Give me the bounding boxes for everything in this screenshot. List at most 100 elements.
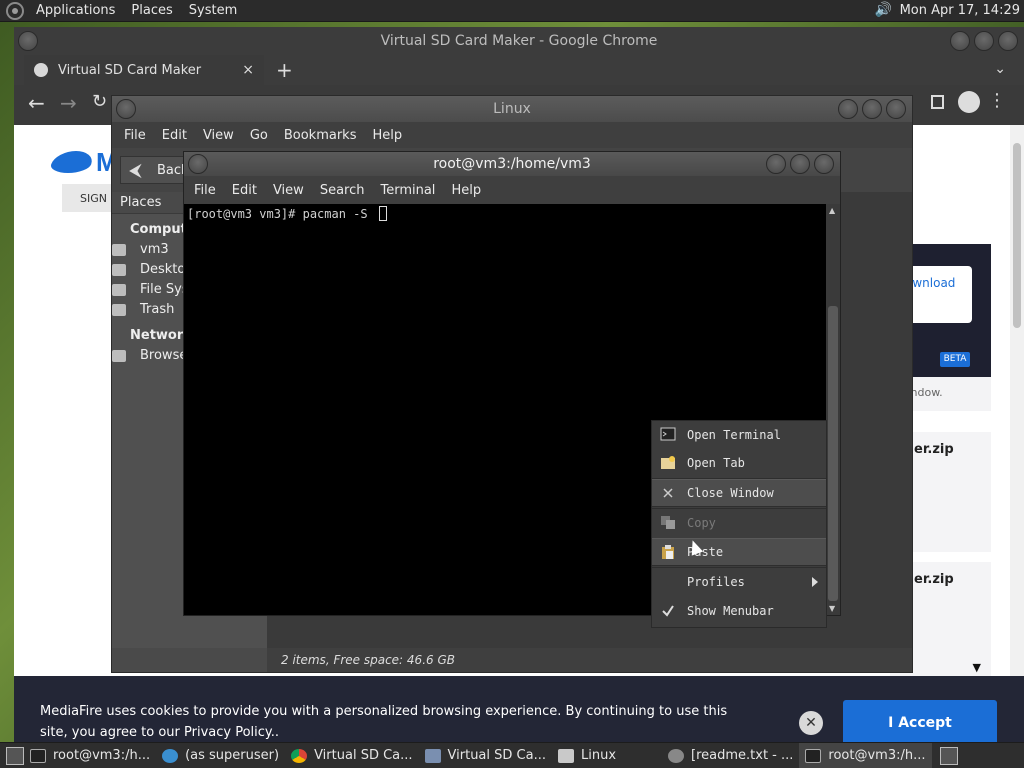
task-chrome[interactable]: Virtual SD Ca... — [285, 743, 418, 768]
window-menu-button[interactable] — [18, 31, 38, 51]
term-menu-help[interactable]: Help — [443, 183, 489, 198]
close-button[interactable] — [814, 154, 834, 174]
maximize-button[interactable] — [790, 154, 810, 174]
close-button[interactable] — [998, 31, 1018, 51]
volume-icon[interactable]: 🔊 — [874, 2, 894, 20]
task-linux-folder[interactable]: Linux — [552, 743, 622, 768]
status-bar: 2 items, Free space: 46.6 GB — [267, 648, 912, 672]
accept-cookies-button[interactable]: I Accept — [843, 700, 997, 746]
term-menu-terminal[interactable]: Terminal — [372, 183, 443, 198]
menu-system[interactable]: System — [181, 0, 245, 22]
term-menu-search[interactable]: Search — [312, 183, 373, 198]
scroll-up-icon[interactable]: ▲ — [829, 206, 835, 215]
term-menu-edit[interactable]: Edit — [224, 183, 265, 198]
fm-menu-view[interactable]: View — [195, 128, 242, 143]
terminal-scrollbar[interactable]: ▲ ▼ — [826, 204, 840, 615]
menu-item-label: Show Menubar — [687, 604, 774, 618]
fm-menu-file[interactable]: File — [116, 128, 154, 143]
terminal-titlebar[interactable]: root@vm3:/home/vm3 — [184, 152, 840, 176]
submenu-arrow-icon — [812, 577, 818, 587]
page-scrollbar[interactable] — [1010, 125, 1024, 742]
text-editor-icon — [668, 748, 685, 763]
task-label: root@vm3:/h... — [53, 748, 151, 763]
taskbar: root@vm3:/h... (as superuser) Virtual SD… — [0, 742, 1024, 768]
new-tab-button[interactable]: + — [276, 58, 293, 82]
tab-close-icon[interactable]: × — [242, 62, 254, 78]
maximize-button[interactable] — [862, 99, 882, 119]
window-menu-button[interactable] — [116, 99, 136, 119]
term-menu-view[interactable]: View — [265, 183, 312, 198]
menu-item-label: Copy — [687, 516, 716, 530]
file-manager-title: Linux — [493, 101, 531, 117]
menu-item-open-tab[interactable]: Open Tab — [652, 449, 826, 477]
check-icon — [662, 605, 674, 617]
task-label: (as superuser) — [185, 748, 280, 763]
forward-arrow-icon[interactable]: → — [60, 91, 77, 115]
clock[interactable]: Mon Apr 17, 14:29 — [900, 3, 1024, 18]
menu-item-profiles[interactable]: Profiles — [652, 568, 826, 596]
terminal-icon — [805, 748, 822, 763]
back-arrow-icon: ⮜ — [129, 160, 142, 181]
globe-icon — [34, 63, 48, 77]
file-card-2-name: er.zip — [914, 572, 954, 587]
terminal-icon — [660, 427, 676, 441]
close-button[interactable] — [886, 99, 906, 119]
cookie-close-button[interactable]: ✕ — [799, 711, 823, 735]
scroll-down-icon[interactable]: ▼ — [829, 604, 835, 613]
show-desktop-icon[interactable] — [6, 746, 24, 765]
distro-logo-icon[interactable] — [6, 1, 24, 20]
fm-menu-bookmarks[interactable]: Bookmarks — [276, 128, 365, 143]
tab-virtual-sd-card-maker[interactable]: Virtual SD Card Maker × — [24, 55, 264, 85]
fm-back-button[interactable]: ⮜ Back — [120, 156, 190, 184]
maximize-button[interactable] — [974, 31, 994, 51]
task-label: root@vm3:/h... — [828, 748, 926, 763]
task-sd-card-maker[interactable]: Virtual SD Ca... — [419, 743, 552, 768]
fm-menu-edit[interactable]: Edit — [154, 128, 195, 143]
task-terminal-1[interactable]: root@vm3:/h... — [24, 743, 156, 768]
scrollbar-thumb[interactable] — [1013, 143, 1021, 328]
term-menu-file[interactable]: File — [186, 183, 224, 198]
cookie-banner: MediaFire uses cookies to provide you wi… — [14, 676, 1024, 746]
chrome-window-title: Virtual SD Card Maker - Google Chrome — [380, 33, 658, 49]
reload-icon[interactable]: ↻ — [92, 91, 107, 112]
tab-title: Virtual SD Card Maker — [58, 62, 202, 78]
menu-item-open-terminal[interactable]: Open Terminal — [652, 421, 826, 449]
menu-item-close-window[interactable]: Close Window — [652, 479, 826, 507]
window-menu-button[interactable] — [188, 154, 208, 174]
top-panel: Applications Places System 🔊 Mon Apr 17,… — [0, 0, 1024, 22]
flame-icon — [47, 151, 97, 173]
task-superuser[interactable]: (as superuser) — [156, 743, 285, 768]
folder-tab-icon — [661, 456, 675, 469]
chrome-titlebar[interactable]: Virtual SD Card Maker - Google Chrome — [14, 27, 1024, 55]
beta-badge: BETA — [940, 352, 970, 367]
fm-menu-help[interactable]: Help — [364, 128, 410, 143]
scrollbar-thumb[interactable] — [828, 306, 838, 601]
minimize-button[interactable] — [766, 154, 786, 174]
tab-search-button[interactable]: ⌄ — [994, 61, 1006, 77]
minimize-button[interactable] — [950, 31, 970, 51]
back-arrow-icon[interactable]: ← — [28, 91, 45, 115]
menu-applications[interactable]: Applications — [28, 0, 123, 22]
terminal-title: root@vm3:/home/vm3 — [433, 156, 591, 172]
task-terminal-2[interactable]: root@vm3:/h... — [799, 742, 932, 768]
app-icon — [424, 748, 441, 763]
terminal-icon — [30, 748, 46, 763]
chevron-down-icon[interactable]: ▼ — [973, 661, 981, 674]
workspace-switcher-icon[interactable] — [939, 746, 958, 765]
context-menu: Open Terminal Open Tab Close Window Copy… — [651, 420, 827, 628]
minimize-button[interactable] — [838, 99, 858, 119]
menu-item-label: Close Window — [687, 486, 774, 500]
profile-avatar-icon[interactable] — [958, 91, 980, 113]
menu-item-paste[interactable]: Paste — [652, 538, 826, 566]
menu-places[interactable]: Places — [123, 0, 180, 22]
side-panel-icon[interactable] — [931, 95, 944, 109]
task-readme[interactable]: [readme.txt - ... — [662, 743, 799, 768]
fm-menu-go[interactable]: Go — [242, 128, 276, 143]
more-menu-icon[interactable]: ⋮ — [988, 90, 1006, 111]
file-manager-menubar: File Edit View Go Bookmarks Help — [112, 122, 912, 148]
task-label: Virtual SD Ca... — [314, 748, 413, 763]
menu-item-show-menubar[interactable]: Show Menubar — [652, 597, 826, 625]
menu-item-copy[interactable]: Copy — [652, 509, 826, 537]
file-manager-titlebar[interactable]: Linux — [112, 96, 912, 122]
folder-icon — [557, 748, 574, 763]
